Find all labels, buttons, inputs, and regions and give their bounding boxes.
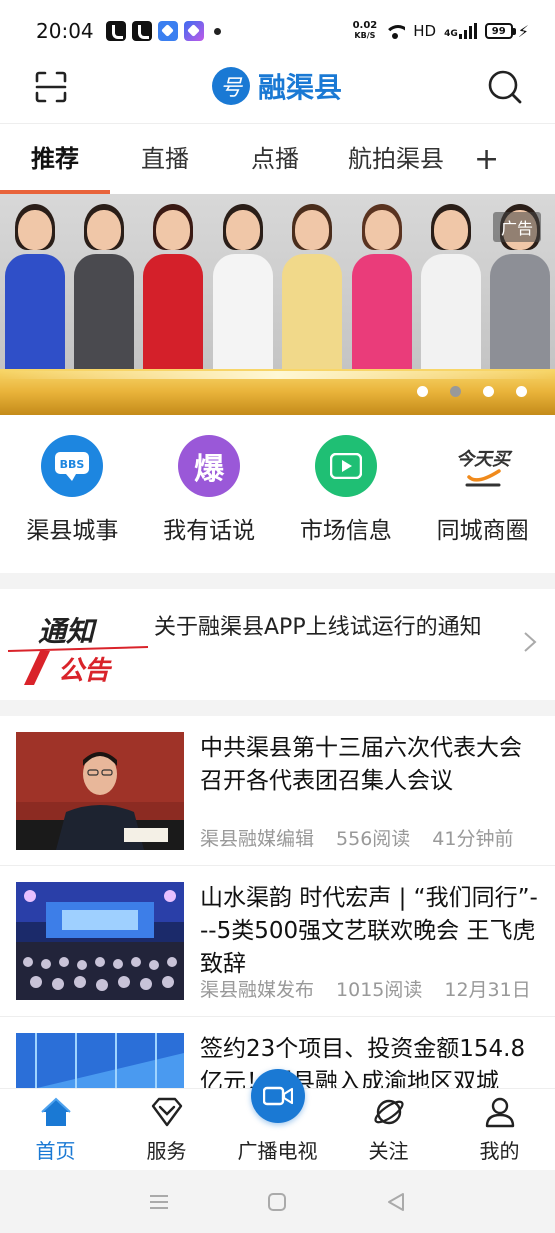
news-thumbnail bbox=[16, 882, 184, 1000]
ad-badge: 广告 bbox=[492, 212, 541, 242]
scan-icon[interactable] bbox=[34, 70, 68, 104]
status-bar: 20:04 0.02 KB/S HD 4G 99 ⚡ bbox=[0, 0, 555, 62]
news-item[interactable]: 中共渠县第十三届六次代表大会召开各代表团召集人会议 渠县融媒编辑 556阅读 4… bbox=[0, 716, 555, 866]
app-title: 融渠县 bbox=[258, 71, 343, 104]
video-camera-icon bbox=[250, 1069, 305, 1123]
nav-follow[interactable]: 关注 bbox=[333, 1089, 444, 1170]
notification-icons bbox=[105, 21, 221, 41]
explode-icon: 爆 bbox=[178, 435, 241, 497]
quick-item-label: 同城商圈 bbox=[436, 518, 529, 544]
bbs-chat-icon: BBS bbox=[41, 435, 104, 497]
app-header: 号 融渠县 bbox=[0, 62, 555, 124]
app-logo: 号 融渠县 bbox=[212, 66, 342, 106]
nav-home[interactable]: 首页 bbox=[0, 1089, 111, 1170]
news-time: 12月31日 bbox=[444, 979, 531, 1001]
tiktok-notification-icon bbox=[131, 21, 152, 41]
news-reads: 1015阅读 bbox=[336, 979, 423, 1001]
quick-item-label: 渠县城事 bbox=[26, 518, 119, 544]
system-navigation-bar bbox=[0, 1170, 555, 1233]
bbs-label: BBS bbox=[60, 458, 85, 471]
quick-item-label: 我有话说 bbox=[163, 518, 256, 544]
banner-carousel[interactable]: 广告 bbox=[0, 194, 555, 415]
search-icon[interactable] bbox=[487, 69, 523, 105]
nav-label: 我的 bbox=[479, 1139, 520, 1163]
battery-icon: 99 ⚡ bbox=[484, 21, 529, 41]
chevron-right-icon bbox=[524, 632, 537, 652]
add-channel-button[interactable]: + bbox=[474, 142, 499, 177]
news-source: 渠县融媒编辑 bbox=[200, 828, 315, 850]
wifi-icon bbox=[385, 23, 406, 39]
notice-bar[interactable]: 通知 公告 关于融渠县APP上线试运行的通知 bbox=[0, 589, 555, 700]
quick-menu: BBS 渠县城事 爆 我有话说 市场信息 今天买 同城商圈 bbox=[0, 415, 555, 573]
planet-icon bbox=[373, 1099, 404, 1125]
cell-signal-icon: 4G bbox=[444, 23, 477, 39]
carousel-dot[interactable] bbox=[483, 386, 494, 397]
back-icon[interactable] bbox=[385, 1191, 407, 1213]
nav-label: 关注 bbox=[368, 1139, 409, 1163]
quick-item-business[interactable]: 今天买 同城商圈 bbox=[418, 435, 548, 573]
nav-label: 广播电视 bbox=[237, 1139, 318, 1163]
news-meta: 渠县融媒发布 1015阅读 12月31日 bbox=[200, 975, 531, 1002]
hd-indicator: HD bbox=[413, 22, 437, 40]
news-thumbnail bbox=[16, 1033, 184, 1088]
status-time: 20:04 bbox=[36, 19, 94, 43]
banner-image bbox=[0, 194, 555, 374]
nav-mine[interactable]: 我的 bbox=[444, 1089, 555, 1170]
play-icon bbox=[314, 435, 377, 497]
notice-logo-top: 通知 bbox=[38, 615, 98, 648]
tab-vod[interactable]: 点播 bbox=[220, 124, 330, 194]
quick-item-market[interactable]: 市场信息 bbox=[281, 435, 411, 573]
carousel-indicators bbox=[417, 386, 527, 397]
recent-apps-icon[interactable] bbox=[148, 1193, 170, 1211]
carousel-dot-active[interactable] bbox=[450, 386, 461, 397]
tiktok-notification-icon bbox=[105, 21, 126, 41]
news-source: 渠县融媒发布 bbox=[200, 979, 315, 1001]
notice-logo-bottom: 公告 bbox=[58, 656, 113, 686]
news-title: 山水渠韵 时代宏声 | “我们同行”---5类500强文艺联欢晚会 王飞虎致辞 bbox=[200, 885, 538, 977]
channel-tabs: 推荐 直播 点播 航拍渠县 + bbox=[0, 124, 555, 194]
app-notification-icon bbox=[183, 21, 204, 41]
news-list: 中共渠县第十三届六次代表大会召开各代表团召集人会议 渠县融媒编辑 556阅读 4… bbox=[0, 716, 555, 1088]
nav-service[interactable]: 服务 bbox=[111, 1089, 222, 1170]
notice-announcement-icon: 通知 公告 bbox=[2, 615, 150, 687]
news-title: 签约23个项目、投资金额154.8亿元！渠县融入成渝地区双城 bbox=[200, 1036, 526, 1088]
nav-label: 服务 bbox=[146, 1139, 187, 1163]
carousel-dot[interactable] bbox=[516, 386, 527, 397]
tab-aerial[interactable]: 航拍渠县 bbox=[330, 124, 462, 194]
logo-mark-icon: 号 bbox=[212, 67, 250, 105]
nav-label: 首页 bbox=[35, 1139, 76, 1163]
network-speed: 0.02 KB/S bbox=[352, 20, 378, 41]
carousel-dot[interactable] bbox=[417, 386, 428, 397]
charging-icon: ⚡ bbox=[517, 21, 529, 41]
diamond-icon bbox=[151, 1097, 182, 1127]
home-icon bbox=[40, 1097, 71, 1126]
more-notifications-dot-icon bbox=[213, 27, 221, 35]
news-reads: 556阅读 bbox=[336, 828, 411, 850]
tab-live[interactable]: 直播 bbox=[110, 124, 220, 194]
notice-text: 关于融渠县APP上线试运行的通知 bbox=[154, 615, 482, 640]
tab-recommend[interactable]: 推荐 bbox=[0, 124, 110, 194]
quick-item-speak[interactable]: 爆 我有话说 bbox=[144, 435, 274, 573]
jinri-icon: 今天买 bbox=[451, 435, 514, 497]
bottom-nav: 首页 服务 广播电视 关注 我的 bbox=[0, 1069, 555, 1170]
news-thumbnail bbox=[16, 732, 184, 850]
status-indicators: 0.02 KB/S HD 4G 99 ⚡ bbox=[353, 21, 529, 41]
news-title: 中共渠县第十三届六次代表大会召开各代表团召集人会议 bbox=[200, 735, 522, 794]
news-time: 41分钟前 bbox=[432, 828, 514, 850]
app-notification-icon bbox=[157, 21, 178, 41]
quick-item-city-news[interactable]: BBS 渠县城事 bbox=[7, 435, 137, 573]
home-button-icon[interactable] bbox=[266, 1191, 288, 1213]
quick-item-label: 市场信息 bbox=[299, 518, 392, 544]
jinri-icon-text: 今天买 bbox=[456, 449, 513, 470]
nav-broadcast-tv[interactable]: 广播电视 bbox=[222, 1069, 333, 1170]
news-meta: 渠县融媒编辑 556阅读 41分钟前 bbox=[200, 824, 513, 851]
user-icon bbox=[485, 1097, 514, 1128]
news-item[interactable]: 山水渠韵 时代宏声 | “我们同行”---5类500强文艺联欢晚会 王飞虎致辞 … bbox=[0, 866, 555, 1017]
